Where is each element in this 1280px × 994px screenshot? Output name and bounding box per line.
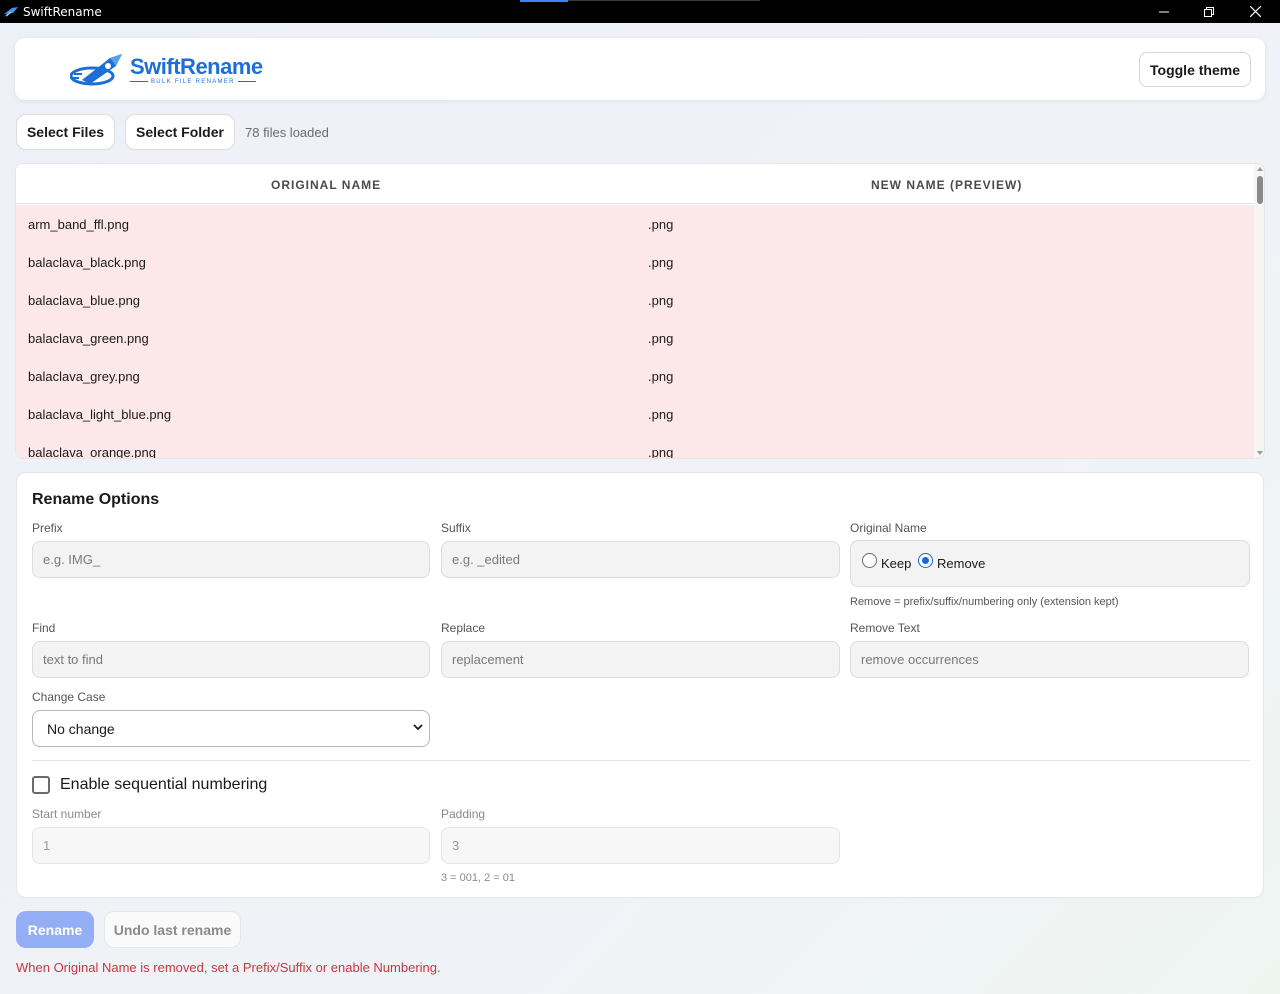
column-header-new: NEW NAME (PREVIEW) bbox=[871, 178, 1023, 192]
keep-radio-label[interactable]: Keep bbox=[881, 556, 911, 571]
rocket-logo-icon bbox=[70, 54, 122, 86]
original-name-radio-group: Keep Remove bbox=[850, 540, 1250, 587]
original-name-cell: balaclava_blue.png bbox=[28, 293, 141, 308]
start-number-label: Start number bbox=[32, 807, 102, 821]
section-divider bbox=[32, 760, 1250, 761]
start-number-input[interactable] bbox=[32, 827, 430, 864]
table-scrollbar[interactable] bbox=[1254, 164, 1264, 458]
titlebar-accent bbox=[520, 0, 568, 2]
logo-rule-right bbox=[237, 81, 256, 82]
table-header: ORIGINAL NAME NEW NAME (PREVIEW) bbox=[16, 164, 1254, 204]
original-name-cell: balaclava_grey.png bbox=[28, 369, 140, 384]
table-row[interactable]: balaclava_light_blue.png .png bbox=[16, 395, 1254, 433]
toggle-theme-button[interactable]: Toggle theme bbox=[1139, 52, 1251, 87]
title-bar: SwiftRename bbox=[0, 0, 1280, 23]
original-name-label: Original Name bbox=[850, 521, 927, 535]
logo-subtitle: BULK FILE RENAMER bbox=[151, 78, 235, 85]
minimize-button[interactable] bbox=[1141, 0, 1187, 23]
chevron-down-icon bbox=[413, 724, 423, 731]
numbering-checkbox-label[interactable]: Enable sequential numbering bbox=[60, 776, 267, 794]
new-name-cell: .png bbox=[648, 331, 674, 346]
new-name-cell: .png bbox=[648, 217, 674, 232]
new-name-cell: .png bbox=[648, 255, 674, 270]
padding-label: Padding bbox=[441, 807, 486, 821]
table-row[interactable]: balaclava_black.png .png bbox=[16, 243, 1254, 281]
logo-title: SwiftRename bbox=[130, 53, 263, 79]
change-case-label: Change Case bbox=[32, 690, 106, 704]
options-title: Rename Options bbox=[32, 491, 160, 508]
original-name-cell: balaclava_orange.png bbox=[28, 445, 156, 459]
table-body: arm_band_ffl.png .png balaclava_black.pn… bbox=[16, 205, 1254, 459]
table-row[interactable]: balaclava_blue.png .png bbox=[16, 281, 1254, 319]
table-row[interactable]: balaclava_grey.png .png bbox=[16, 357, 1254, 395]
new-name-cell: .png bbox=[648, 407, 674, 422]
rename-button[interactable]: Rename bbox=[16, 911, 94, 948]
close-icon bbox=[1249, 6, 1261, 17]
titlebar-accent-track bbox=[568, 0, 760, 1]
restore-icon bbox=[1204, 6, 1214, 17]
maximize-button[interactable] bbox=[1186, 0, 1232, 23]
original-name-cell: balaclava_light_blue.png bbox=[28, 407, 172, 422]
remove-text-label: Remove Text bbox=[850, 621, 920, 635]
close-window-button[interactable] bbox=[1232, 0, 1278, 23]
numbering-checkbox[interactable] bbox=[32, 776, 50, 794]
change-case-select[interactable]: No change bbox=[32, 710, 430, 747]
suffix-input[interactable] bbox=[441, 541, 840, 578]
scroll-up-icon[interactable] bbox=[1257, 167, 1263, 171]
logo-rule-left bbox=[130, 81, 148, 82]
keep-radio[interactable] bbox=[862, 553, 877, 568]
original-name-hint: Remove = prefix/suffix/numbering only (e… bbox=[850, 596, 1119, 608]
table-row[interactable]: balaclava_green.png .png bbox=[16, 319, 1254, 357]
table-row[interactable]: arm_band_ffl.png .png bbox=[16, 205, 1254, 243]
prefix-input[interactable] bbox=[32, 541, 430, 578]
find-input[interactable] bbox=[32, 641, 430, 678]
new-name-cell: .png bbox=[648, 445, 674, 459]
files-loaded-count: 78 files loaded bbox=[245, 125, 329, 140]
remove-radio[interactable] bbox=[918, 553, 933, 568]
validation-warning: When Original Name is removed, set a Pre… bbox=[16, 960, 441, 975]
app-logo-icon bbox=[4, 6, 18, 17]
window-title: SwiftRename bbox=[23, 4, 102, 19]
remove-text-input[interactable] bbox=[850, 641, 1249, 678]
suffix-label: Suffix bbox=[441, 521, 471, 535]
original-name-cell: balaclava_black.png bbox=[28, 255, 146, 270]
table-row[interactable]: balaclava_orange.png .png bbox=[16, 433, 1254, 459]
replace-input[interactable] bbox=[441, 641, 840, 678]
select-files-button[interactable]: Select Files bbox=[16, 114, 115, 150]
padding-input[interactable] bbox=[441, 827, 840, 864]
logo-text: SwiftRename BULK FILE RENAMER bbox=[130, 53, 263, 85]
replace-label: Replace bbox=[441, 621, 486, 635]
prefix-label: Prefix bbox=[32, 521, 63, 535]
remove-radio-label[interactable]: Remove bbox=[937, 556, 985, 571]
minimize-icon bbox=[1159, 11, 1169, 12]
change-case-value: No change bbox=[47, 720, 115, 737]
scroll-down-icon[interactable] bbox=[1257, 451, 1263, 455]
file-preview-table: ORIGINAL NAME NEW NAME (PREVIEW) arm_ban… bbox=[15, 163, 1265, 459]
original-name-cell: arm_band_ffl.png bbox=[28, 217, 129, 232]
app-header: SwiftRename BULK FILE RENAMER Toggle the… bbox=[15, 38, 1265, 100]
rename-options-panel: Rename Options Prefix Suffix Original Na… bbox=[16, 472, 1264, 898]
padding-hint: 3 = 001, 2 = 01 bbox=[441, 872, 516, 884]
new-name-cell: .png bbox=[648, 293, 674, 308]
select-folder-button[interactable]: Select Folder bbox=[125, 114, 235, 150]
original-name-cell: balaclava_green.png bbox=[28, 331, 149, 346]
new-name-cell: .png bbox=[648, 369, 674, 384]
brand-logo: SwiftRename BULK FILE RENAMER bbox=[70, 48, 263, 92]
undo-rename-button[interactable]: Undo last rename bbox=[104, 911, 241, 948]
scrollbar-thumb[interactable] bbox=[1257, 176, 1263, 204]
find-label: Find bbox=[32, 621, 56, 635]
logo-subtitle-row: BULK FILE RENAMER bbox=[130, 79, 263, 85]
column-header-original: ORIGINAL NAME bbox=[271, 178, 382, 192]
